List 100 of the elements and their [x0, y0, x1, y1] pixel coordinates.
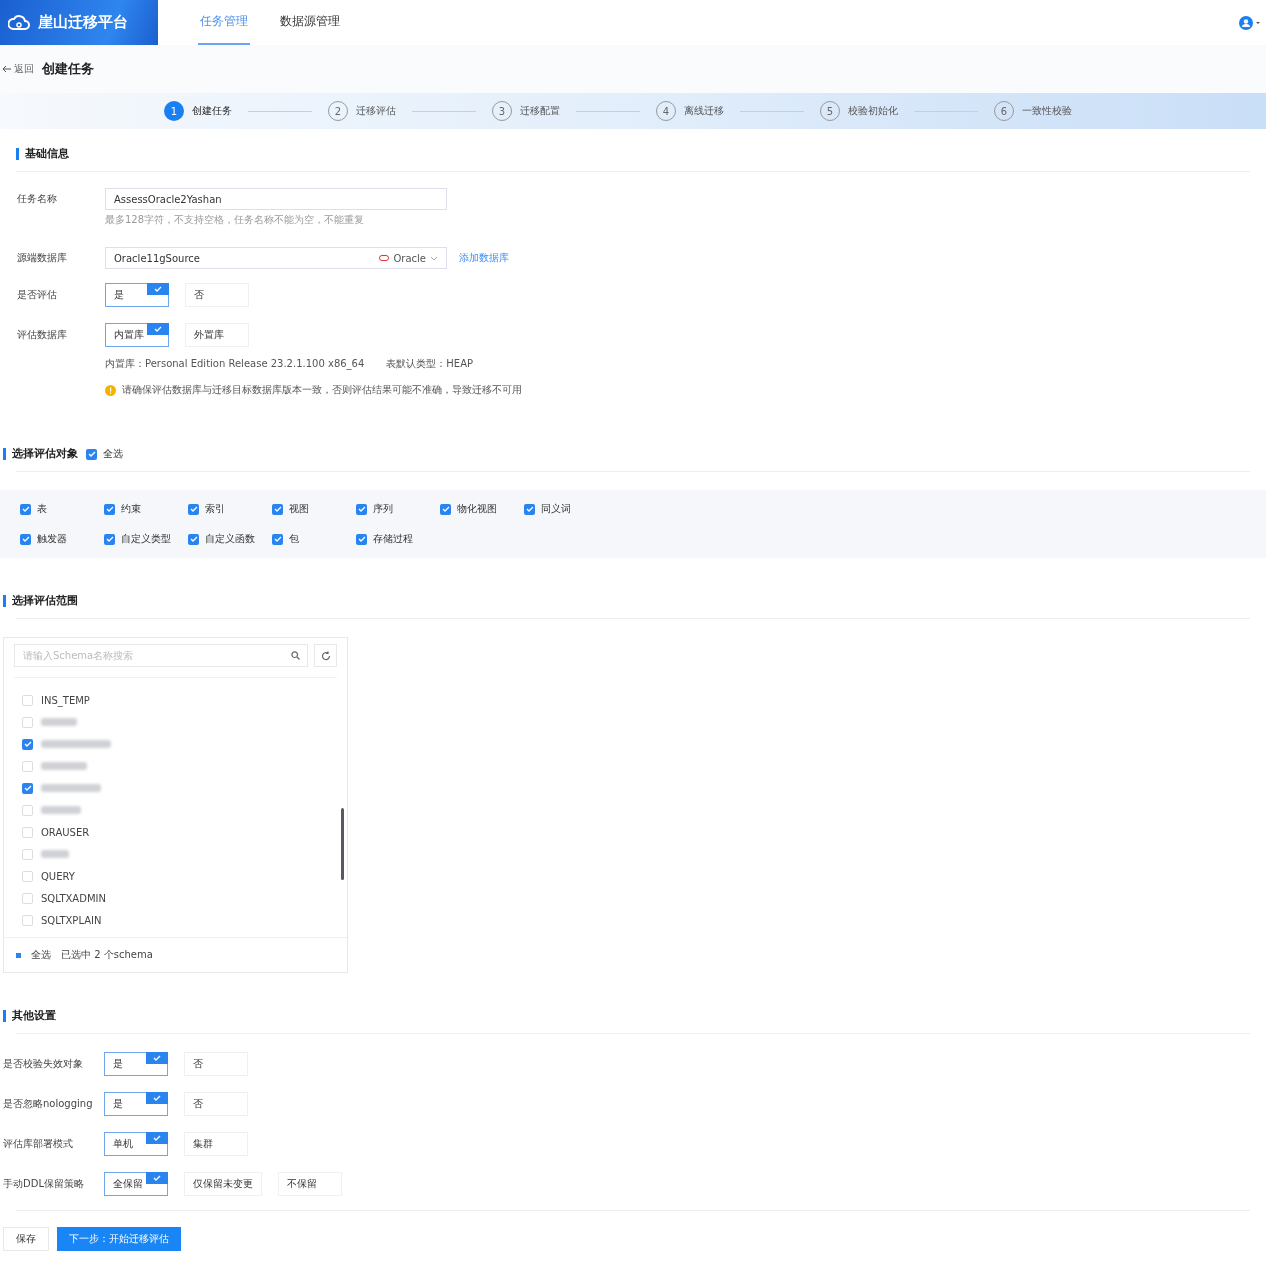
step-label: 创建任务	[192, 104, 232, 118]
field-label: 是否校验失效对象	[3, 1057, 84, 1071]
check-icon	[154, 286, 162, 292]
warning-text: 请确保评估数据库与迁移目标数据库版本一致，否则评估结果可能不准确，导致迁移不可用	[122, 383, 522, 397]
task-name-field[interactable]: AssessOracle2Yashan	[105, 188, 447, 210]
step-label: 离线迁移	[684, 104, 724, 118]
object-checkbox[interactable]: 同义词	[524, 502, 608, 516]
option-button[interactable]: 否	[184, 1092, 248, 1116]
checkbox[interactable]	[22, 804, 33, 816]
checkbox[interactable]	[20, 533, 31, 545]
option-button[interactable]: 集群	[184, 1132, 248, 1156]
select-all-label[interactable]: 全选	[31, 948, 51, 962]
checkbox[interactable]	[22, 848, 33, 860]
checkbox[interactable]	[440, 503, 451, 515]
checkbox[interactable]	[188, 533, 199, 545]
option-button[interactable]: 否	[185, 283, 249, 307]
checkbox[interactable]	[22, 694, 33, 706]
check-icon	[105, 506, 114, 512]
refresh-button[interactable]	[314, 644, 337, 667]
checkbox[interactable]	[272, 503, 283, 515]
user-avatar-icon[interactable]	[1238, 15, 1260, 30]
step-label: 迁移评估	[356, 104, 396, 118]
field-label: 评估库部署模式	[3, 1137, 74, 1151]
redacted-name	[41, 762, 87, 770]
check-icon	[23, 785, 32, 791]
check-icon	[189, 536, 198, 542]
checkbox[interactable]	[20, 503, 31, 515]
checkbox[interactable]	[104, 533, 115, 545]
object-checkbox[interactable]: 存储过程	[356, 532, 440, 546]
checkbox[interactable]	[22, 870, 33, 882]
checkbox[interactable]	[272, 533, 283, 545]
step-label: 校验初始化	[848, 104, 898, 118]
add-database-link[interactable]: 添加数据库	[459, 251, 509, 265]
object-checkbox[interactable]: 约束	[104, 502, 188, 516]
checkbox[interactable]	[524, 503, 535, 515]
object-checkbox[interactable]: 自定义类型	[104, 532, 188, 546]
search-icon	[291, 651, 300, 660]
checkbox[interactable]	[22, 716, 33, 728]
field-hint: 最多128字符，不支持空格，任务名称不能为空，不能重复	[105, 213, 366, 227]
option-button[interactable]: 是	[105, 283, 169, 307]
check-icon	[105, 536, 114, 542]
check-icon	[441, 506, 450, 512]
save-button[interactable]: 保存	[3, 1227, 49, 1251]
schema-name: ORAUSER	[41, 826, 90, 838]
chevron-down-icon	[430, 255, 438, 261]
object-checkbox[interactable]: 序列	[356, 502, 440, 516]
object-checkbox[interactable]: 包	[272, 532, 356, 546]
back-link[interactable]: 返回	[2, 62, 34, 76]
back-arrow-icon	[2, 65, 12, 73]
schema-name: INS_TEMP	[41, 694, 90, 706]
schema-search-field[interactable]: 请输入Schema名称搜索	[14, 644, 308, 667]
selected-count: 已选中 2 个schema	[61, 948, 153, 962]
source-db-select[interactable]: Oracle11gSource Oracle	[105, 247, 447, 269]
object-checkbox[interactable]: 索引	[188, 502, 272, 516]
schema-name: QUERY	[41, 870, 75, 882]
nav-tab[interactable]: 数据源管理	[278, 0, 342, 45]
check-icon	[21, 536, 30, 542]
field-label: 任务名称	[17, 192, 58, 206]
option-button[interactable]: 外置库	[185, 323, 249, 347]
redacted-name	[41, 850, 69, 858]
next-button[interactable]: 下一步：开始迁移评估	[57, 1227, 181, 1251]
scrollbar[interactable]	[341, 808, 344, 880]
select-all-indicator[interactable]	[16, 952, 21, 958]
object-checkbox[interactable]: 触发器	[20, 532, 104, 546]
select-all-checkbox[interactable]: 全选	[86, 447, 123, 461]
object-checkbox[interactable]: 物化视图	[440, 502, 524, 516]
section-title: 选择评估对象	[3, 448, 78, 460]
object-checkbox[interactable]: 自定义函数	[188, 532, 272, 546]
checkbox[interactable]	[356, 533, 367, 545]
checkbox[interactable]	[22, 760, 33, 772]
object-checkbox[interactable]: 视图	[272, 502, 356, 516]
checkbox[interactable]	[22, 914, 33, 926]
object-checkbox[interactable]: 表	[20, 502, 104, 516]
option-button[interactable]: 是	[104, 1052, 168, 1076]
checkbox[interactable]	[22, 826, 33, 838]
option-button[interactable]: 不保留	[278, 1172, 342, 1196]
checkbox[interactable]	[22, 738, 33, 750]
page-title: 创建任务	[42, 60, 94, 78]
field-label: 手动DDL保留策略	[3, 1177, 85, 1191]
option-button[interactable]: 单机	[104, 1132, 168, 1156]
option-button[interactable]: 是	[104, 1092, 168, 1116]
check-icon	[153, 1095, 161, 1101]
checkbox[interactable]	[22, 892, 33, 904]
redacted-name	[41, 740, 111, 748]
option-button[interactable]: 否	[184, 1052, 248, 1076]
database-icon	[379, 255, 390, 261]
option-button[interactable]: 仅保留未变更	[184, 1172, 262, 1196]
check-icon	[357, 506, 366, 512]
option-button[interactable]: 全保留	[104, 1172, 168, 1196]
checkbox[interactable]	[22, 782, 33, 794]
step-label: 一致性校验	[1022, 104, 1072, 118]
checkbox[interactable]	[86, 448, 97, 460]
checkbox[interactable]	[356, 503, 367, 515]
checkbox[interactable]	[104, 503, 115, 515]
checkbox[interactable]	[188, 503, 199, 515]
section-title: 基础信息	[16, 148, 69, 160]
field-label: 源端数据库	[17, 251, 68, 265]
option-button[interactable]: 内置库	[105, 323, 169, 347]
redacted-name	[41, 718, 77, 726]
check-icon	[21, 506, 30, 512]
